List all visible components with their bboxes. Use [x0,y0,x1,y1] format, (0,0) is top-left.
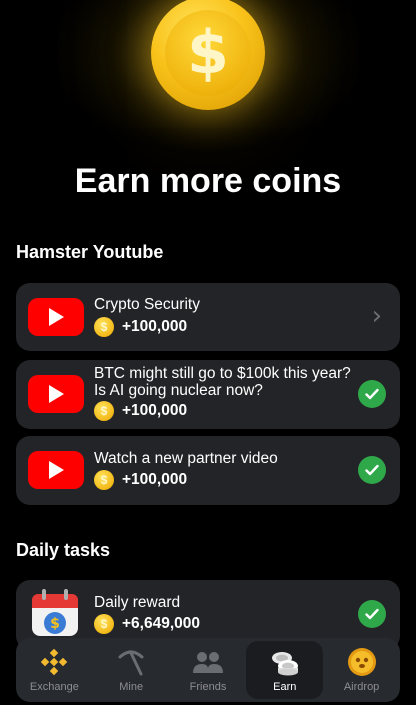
youtube-icon [28,375,84,413]
friends-icon [192,647,224,677]
task-reward-amount: +100,000 [122,318,188,335]
section-title-youtube: Hamster Youtube [16,242,164,262]
section-title-daily: Daily tasks [16,540,111,560]
check-icon [358,380,386,408]
nav-label: Exchange [29,681,79,693]
coin-icon: $ [94,317,114,337]
task-reward-amount: +6,649,000 [122,615,201,632]
task-title: BTC might still go to $100k this year? I… [94,365,351,399]
nav-item-airdrop[interactable]: Airdrop [323,641,400,699]
pickaxe-icon [115,647,147,677]
task-card-btc-ai[interactable]: BTC might still go to $100k this year? I… [16,360,400,429]
task-reward: $ +100,000 [94,401,187,421]
nav-item-earn[interactable]: Earn [246,641,324,699]
coin-icon: $ [94,470,114,490]
task-title: Daily reward [94,594,181,611]
nav-item-exchange[interactable]: Exchange [16,641,93,699]
check-icon [358,456,386,484]
task-title: Watch a new partner video [94,450,278,467]
youtube-icon [28,298,84,336]
airdrop-icon [346,647,378,677]
hero-coin-icon: $ [151,0,265,110]
youtube-icon [28,451,84,489]
task-reward: $ +6,649,000 [94,614,200,634]
chevron-right-icon: › [371,301,382,331]
coins-icon [269,647,301,677]
coin-icon: $ [94,614,114,634]
nav-label: Friends [189,681,227,693]
nav-label: Airdrop [343,681,380,693]
binance-icon [38,647,70,677]
task-reward: $ +100,000 [94,317,187,337]
nav-label: Earn [273,681,297,693]
task-reward-amount: +100,000 [122,402,188,419]
nav-label: Mine [119,681,144,693]
page-title: Earn more coins [74,162,342,200]
calendar-icon: $ [30,588,80,638]
bottom-nav: Exchange Mine Friends Earn Airdrop [16,638,400,702]
task-reward: $ +100,000 [94,470,187,490]
check-icon [358,600,386,628]
task-reward-amount: +100,000 [122,471,188,488]
svg-text:$: $ [50,616,60,632]
task-card-crypto-security[interactable]: Crypto Security $ +100,000 › [16,283,400,351]
hero-coin-symbol: $ [165,10,251,96]
task-title: Crypto Security [94,296,200,313]
task-card-partner-video[interactable]: Watch a new partner video $ +100,000 [16,436,400,505]
nav-item-mine[interactable]: Mine [93,641,170,699]
nav-item-friends[interactable]: Friends [170,641,247,699]
coin-icon: $ [94,401,114,421]
